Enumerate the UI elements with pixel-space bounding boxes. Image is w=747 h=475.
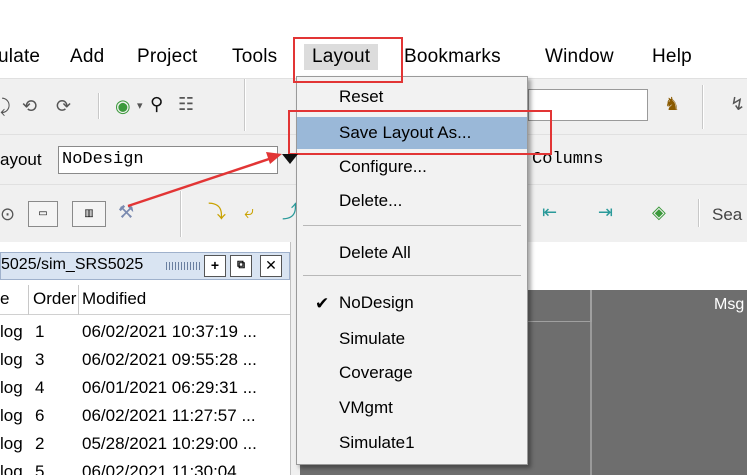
combo-dropdown-icon[interactable] [282, 154, 298, 164]
annotation-arrow [127, 152, 298, 208]
annotation-arrow-head [266, 152, 282, 164]
annotation-arrow-line [127, 156, 273, 208]
